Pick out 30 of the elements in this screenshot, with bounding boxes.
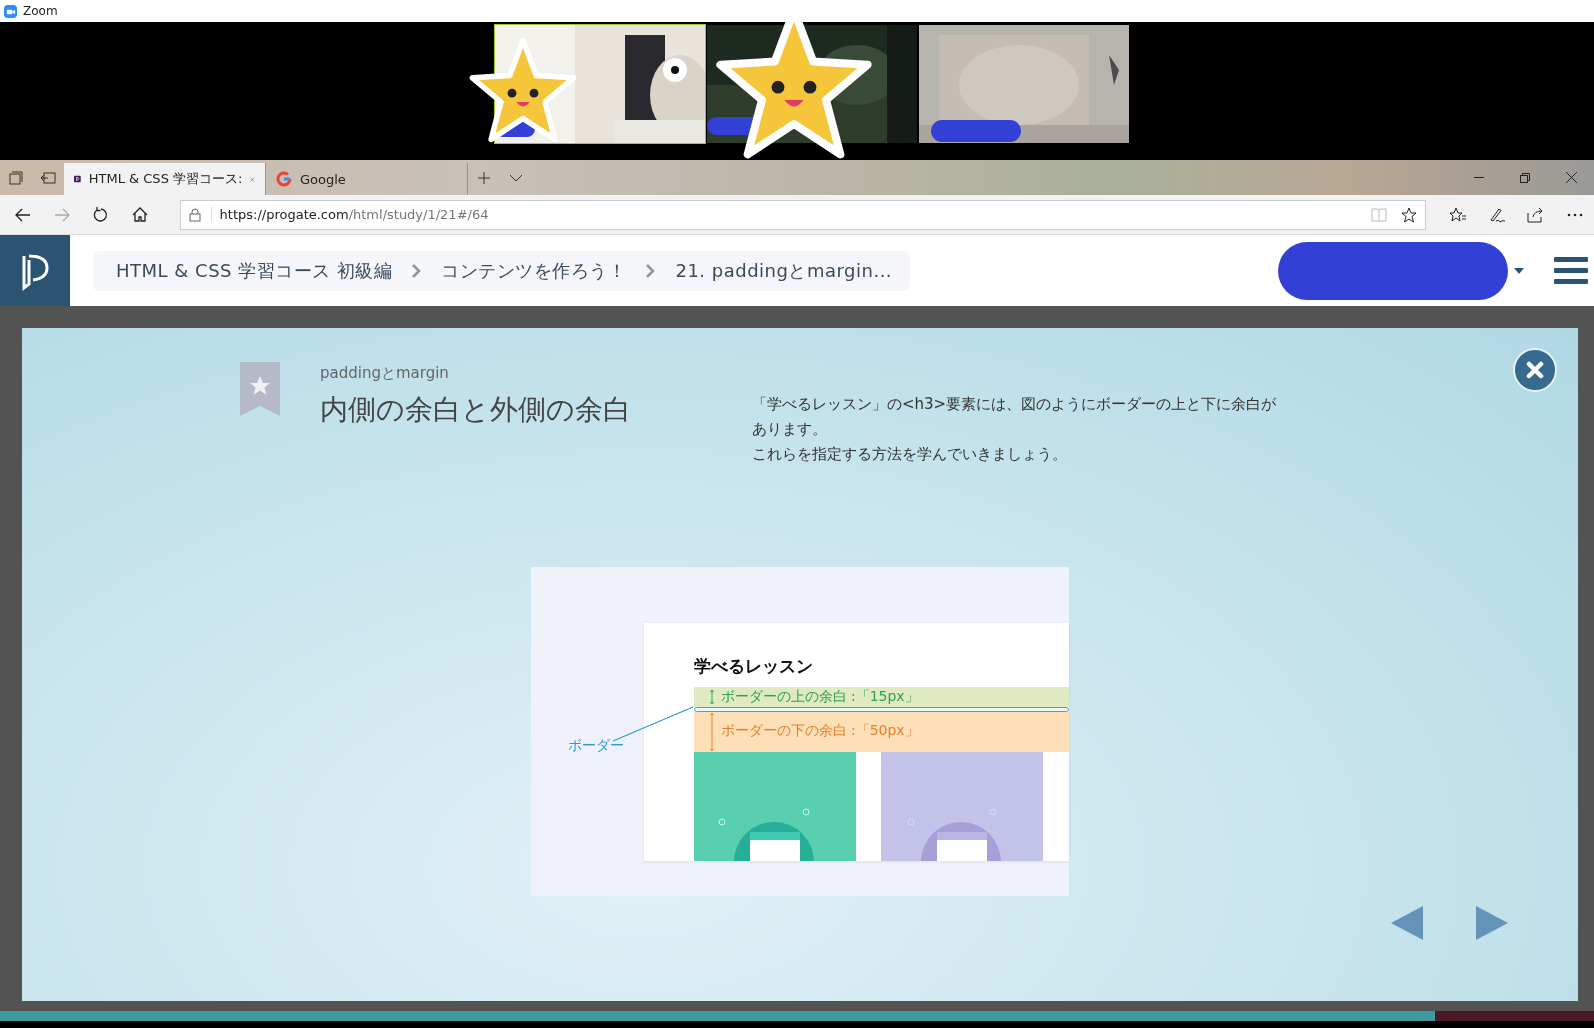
breadcrumb-link[interactable]: コンテンツを作ろう！ bbox=[441, 258, 627, 283]
caret-icon[interactable] bbox=[1514, 267, 1524, 274]
bottom-margin-label: ボーダーの下の余白 :「50px」 bbox=[720, 722, 919, 740]
breadcrumb-link[interactable]: 21. paddingとmargin... bbox=[675, 258, 893, 283]
video-camera-icon bbox=[4, 4, 17, 18]
close-icon[interactable] bbox=[1513, 348, 1557, 392]
description-text: 「学べるレッスン」の<h3>要素には、図のようにボーダーの上と下に余白が bbox=[752, 394, 1277, 415]
breadcrumb-link[interactable]: HTML & CSS 学習コース 初級編 bbox=[116, 258, 393, 283]
border-label: ボーダー bbox=[567, 737, 624, 755]
lock-icon bbox=[188, 207, 201, 222]
top-margin-label: ボーダーの上の余白 :「15px」 bbox=[720, 688, 919, 706]
star-icon[interactable] bbox=[1401, 206, 1417, 223]
browser-tab[interactable]: HTML & CSS 学習コース: bbox=[64, 163, 266, 195]
google-logo-icon bbox=[276, 171, 292, 187]
reading-view-icon[interactable] bbox=[1371, 207, 1387, 222]
description-text: あります。 bbox=[752, 419, 828, 440]
slide-subtitle: paddingとmargin bbox=[320, 364, 450, 383]
double-arrow-icon bbox=[708, 689, 715, 705]
bookmark-icon[interactable] bbox=[240, 362, 280, 416]
chevron-right-icon bbox=[646, 263, 656, 278]
next-icon[interactable] bbox=[1476, 906, 1508, 940]
diagram-heading: 学べるレッスン bbox=[693, 655, 813, 678]
chevron-right-icon bbox=[412, 263, 422, 278]
description-text: これらを指定する方法を学んでいきましょう。 bbox=[752, 444, 1068, 465]
menu-icon[interactable] bbox=[1554, 256, 1588, 285]
previous-icon[interactable] bbox=[1391, 906, 1423, 940]
double-arrow-icon bbox=[708, 712, 715, 752]
slide-title: 内側の余白と外側の余白 bbox=[320, 392, 632, 428]
window-title: Zoom bbox=[23, 4, 58, 18]
address-field[interactable]: https://progate.com/html/study/1/21#/64 bbox=[179, 199, 1426, 230]
